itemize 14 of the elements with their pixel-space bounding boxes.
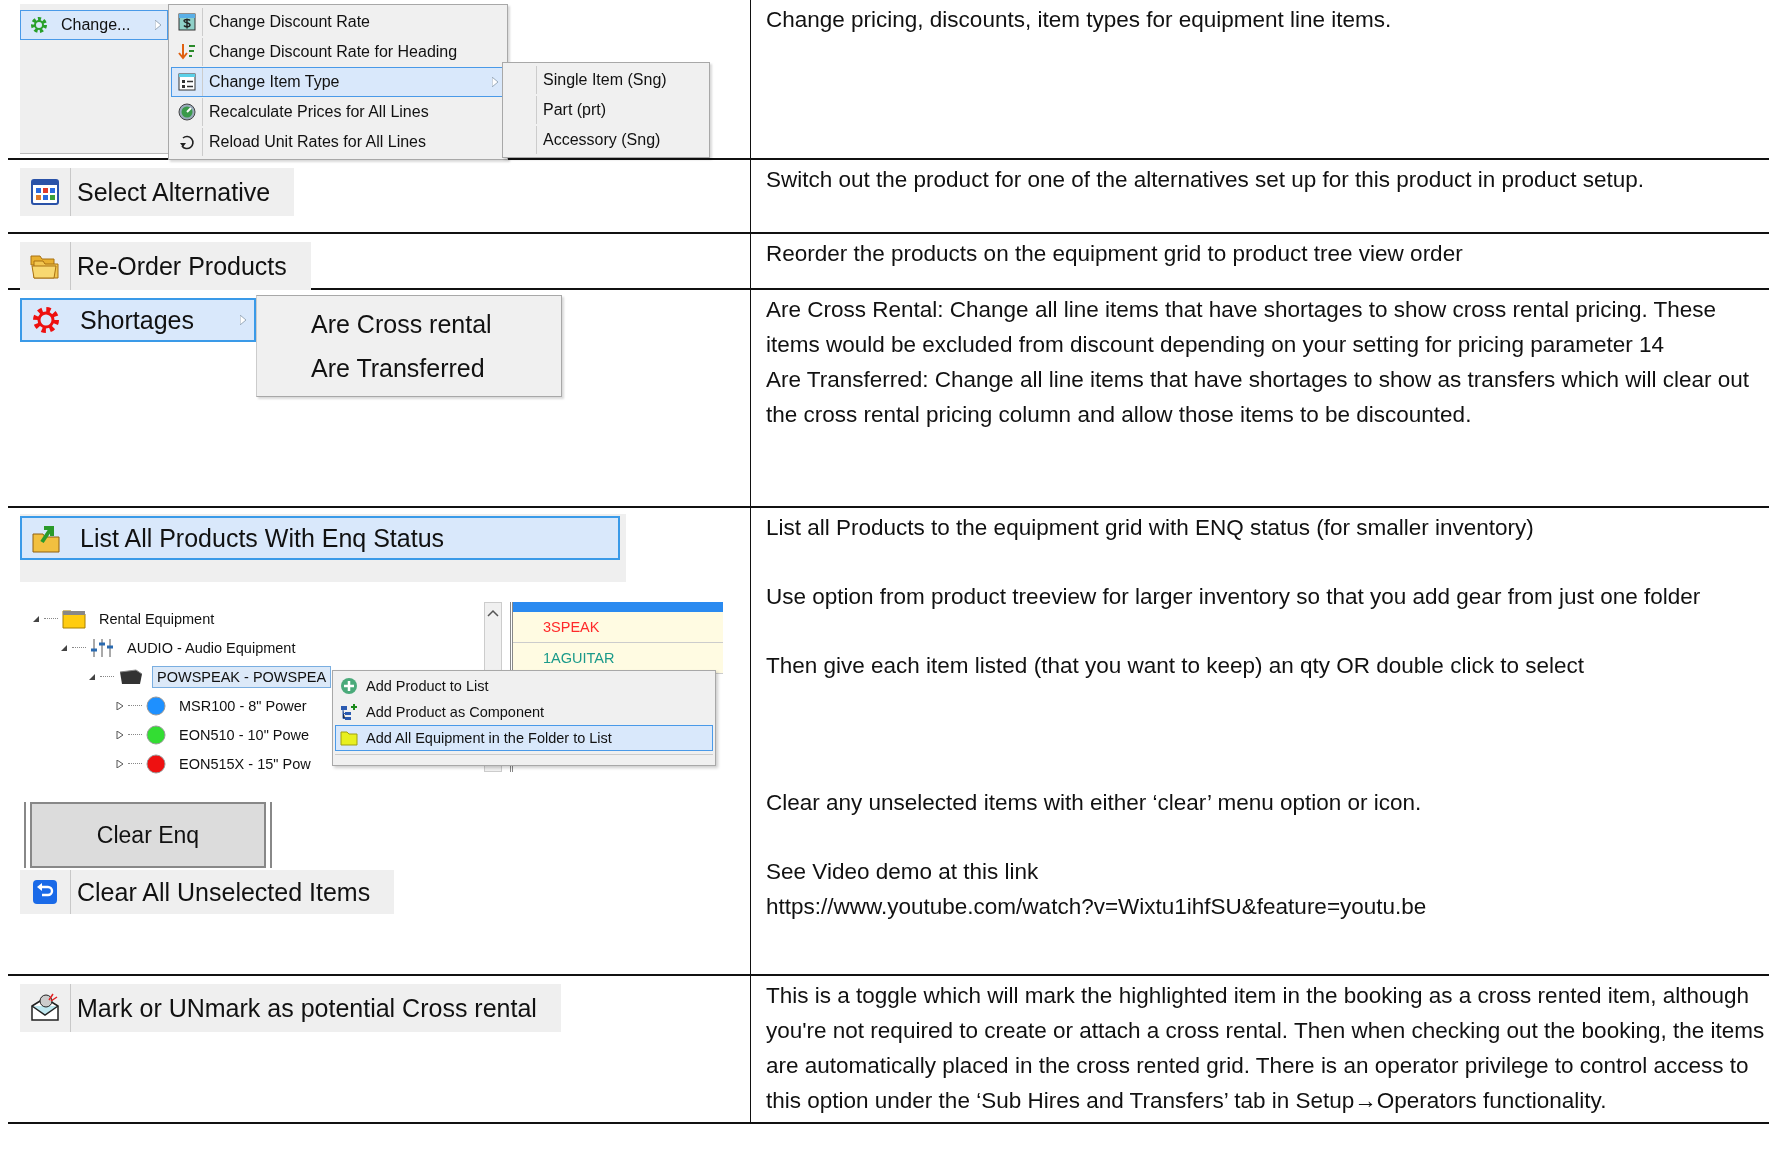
description-text: Use option from product treeview for larger inventory so that you add gear from just one folder — [766, 583, 1702, 611]
grid-cell: 1AGUITAR — [543, 650, 615, 666]
description-text: Then give each item listed (that you want to keep) an qty OR double click to select — [766, 652, 1585, 680]
description-text: Clear any unselected items with either ‘clear’ menu option or icon. — [766, 789, 1423, 817]
description-text: Switch out the product for one of the alternatives set up for this product in product setup. — [766, 166, 1645, 194]
grid-cell: 3SPEAK — [543, 619, 600, 635]
description-text: Change pricing, discounts, item types for equipment line items. — [766, 6, 1393, 34]
description-text: Are Cross Rental: Change all line items that have shortages to show cross rental pricing. These items would be excluded from discount depending on your setting for pricing parameter 14 — [766, 296, 1718, 359]
description-text: Are Transferred: Change all line items that have shortages to show as transfers which will clear out the cross rental pricing column and allow those items to be discounted. — [766, 366, 1750, 429]
description-text: Reorder the products on the equipment grid to product tree view order — [766, 240, 1464, 268]
description-text: See Video demo at this link — [766, 858, 1040, 886]
description-text: This is a toggle which will mark the highlighted item in the booking as a cross rented item, although you're not required to create or attach a cross rental. Then when checking out the booking, the items are automatically placed in the cross rented grid. There is an operator privilege to control access to this option under the ‘Sub Hires and Transfers’ tab in Setup→Operators functionality. — [766, 982, 1766, 1115]
description-text: https://www.youtube.com/watch?v=Wixtu1ihfSU&feature=youtu.be — [766, 893, 1428, 921]
description-text: List all Products to the equipment grid with ENQ status (for smaller inventory) — [766, 514, 1535, 542]
